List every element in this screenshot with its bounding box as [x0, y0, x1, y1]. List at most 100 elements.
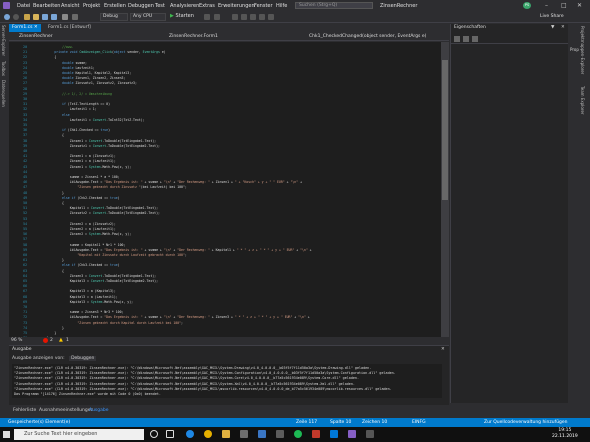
live-share-button[interactable]: Live Share	[540, 14, 564, 19]
maximize-icon[interactable]: □	[561, 2, 567, 9]
categorized-icon[interactable]	[454, 36, 460, 42]
toolbar-tool-icon[interactable]	[204, 14, 210, 20]
code-line[interactable]: }	[39, 331, 56, 335]
code-line[interactable]: "Kapital mit Zinssatz durch Laufzeit geb…	[39, 253, 186, 257]
save-all-icon[interactable]	[51, 14, 57, 20]
code-line[interactable]: else	[39, 113, 70, 117]
code-line[interactable]: else if (Chk2.Checked == true)	[39, 196, 120, 200]
calculator-icon[interactable]	[366, 430, 374, 438]
code-line[interactable]: {	[39, 201, 64, 205]
code-line[interactable]: {	[39, 269, 64, 273]
tab-exception-settings[interactable]: Ausnahmeeinstellungen	[39, 408, 93, 413]
code-line[interactable]: Zinsen1 = Convert.ToDouble(TxtEingabe1.T…	[39, 139, 156, 143]
code-line[interactable]: if (Chk1.Checked == true)	[39, 128, 110, 132]
code-line[interactable]: LblAusgabe.Text = "Das Ergebnis ist: " +…	[39, 248, 312, 252]
mail-icon[interactable]	[258, 430, 266, 438]
menu-erweiterungen[interactable]: Erweiterungen	[218, 3, 255, 9]
code-line[interactable]: Laufzeit1 = Convert.ToInt32(TxtZ.Text);	[39, 118, 145, 122]
code-line[interactable]: "Zinsen gebracht durch Kapital durch Lau…	[39, 321, 183, 325]
taskbar-search-input[interactable]: Zur Suche Text hier eingeben	[14, 429, 144, 440]
tab-error-list[interactable]: Fehlerliste	[13, 408, 36, 413]
code-line[interactable]: }	[39, 191, 64, 195]
code-line[interactable]: "Zinsen gebracht durch Zinssatz "(bei La…	[39, 185, 186, 189]
photos-icon[interactable]	[276, 430, 284, 438]
output-text-area[interactable]: "ZinsenRechner.exe" (CLR v4.0.30319: Zin…	[12, 364, 442, 398]
menu-debuggen[interactable]: Debuggen	[128, 3, 154, 9]
project-dropdown[interactable]: ZinsenRechner	[19, 34, 159, 40]
source-control-button[interactable]: Zur Quellcodeverwaltung hinzufügen	[484, 420, 568, 425]
code-line[interactable]: Zinsen2 = System.Math.Pow(z, y);	[39, 232, 131, 236]
code-editor[interactable]: 20 21 22 23 24 25 26 27 28 29 30 31 32 33 34 35 36 37 38 39…	[9, 42, 449, 337]
code-line[interactable]: Kapital3 = a (Laufzeit1);	[39, 295, 118, 299]
system-clock[interactable]: 19:15 22.11.2019	[552, 428, 578, 440]
output-source-select[interactable]: Debuggen	[69, 356, 97, 361]
redo-icon[interactable]	[72, 14, 78, 20]
tab-form1-cs[interactable]: Form1.cs ✕	[9, 24, 41, 32]
code-line[interactable]: Zinssatz2 = Convert.ToDouble(TxtEingabe2…	[39, 211, 160, 215]
code-line[interactable]: Zinsen1 = a (Laufzeit1);	[39, 159, 116, 163]
open-icon[interactable]	[33, 14, 39, 20]
menu-fenster[interactable]: Fenster	[254, 3, 273, 9]
pin-icon[interactable]: ▼	[551, 25, 554, 30]
menu-analysieren[interactable]: Analysieren	[170, 3, 199, 9]
code-line[interactable]: Zinssatz1 = Convert.ToDouble(TxtEingabe2…	[39, 144, 160, 148]
menu-hilfe[interactable]: Hilfe	[276, 3, 287, 9]
minimize-icon[interactable]: –	[545, 2, 548, 9]
class-dropdown[interactable]: ZinsenRechner.Form1	[169, 34, 309, 40]
editor-scroll-thumb[interactable]	[442, 60, 448, 200]
server-explorer-tab[interactable]: Server-Explorer	[1, 25, 6, 56]
toolbar-tool-icon[interactable]	[268, 14, 274, 20]
code-line[interactable]: Zinsen2 = a (Zinssatz2);	[39, 222, 116, 226]
search-input[interactable]: Suchen (Strg+Q)	[295, 2, 373, 9]
alphabetical-icon[interactable]	[463, 36, 469, 42]
code-line[interactable]: LblAusgabe.Text = "Das Ergebnis ist: " +…	[39, 315, 310, 319]
forward-icon[interactable]	[13, 14, 19, 20]
warning-count[interactable]: 1	[66, 338, 69, 343]
menu-ansicht[interactable]: Ansicht	[61, 3, 79, 9]
toolbar-tool-icon[interactable]	[259, 14, 265, 20]
code-line[interactable]: Zinsen1 = a (Zinssatz1);	[39, 154, 116, 158]
toolbar-tool-icon[interactable]	[241, 14, 247, 20]
close-tab-icon[interactable]: ✕	[34, 25, 38, 30]
spotify-icon[interactable]	[294, 430, 302, 438]
member-dropdown[interactable]: Chk1_CheckedChanged(object sender, Event…	[309, 34, 444, 40]
menu-erstellen[interactable]: Erstellen	[104, 3, 126, 9]
close-panel-icon[interactable]: ✕	[561, 25, 565, 30]
undo-icon[interactable]	[62, 14, 68, 20]
code-line[interactable]: else if (Chk3.Checked == true)	[39, 263, 120, 267]
menu-test[interactable]: Test	[155, 3, 165, 9]
code-line[interactable]: {	[39, 133, 64, 137]
code-line[interactable]: Kapital3 = System.Math.Pow(z, y);	[39, 300, 133, 304]
windows-start-icon[interactable]	[3, 431, 10, 438]
back-icon[interactable]	[4, 14, 10, 20]
config-select[interactable]: Debug	[100, 13, 128, 21]
code-line[interactable]: }	[39, 258, 64, 262]
code-line[interactable]: }	[39, 326, 64, 330]
toolbar-tool-icon[interactable]	[232, 14, 238, 20]
close-output-icon[interactable]: ✕	[441, 347, 445, 352]
app-icon[interactable]	[312, 430, 320, 438]
toolbar-tool-icon[interactable]	[214, 14, 220, 20]
code-line[interactable]: Zinsen1 = System.Math.Pow(z, y);	[39, 165, 131, 169]
code-line[interactable]: summe = Kapital1 * Nr1 * 100;	[39, 243, 126, 247]
code-line[interactable]: double summe;	[39, 61, 87, 65]
code-line[interactable]: double Zinssatz1, Zinssatz2, Zinssatz3;	[39, 81, 137, 85]
code-line[interactable]: if (TxtZ.TextLength == 0)	[39, 102, 110, 106]
code-line[interactable]: double Laufzeit1;	[39, 66, 95, 70]
code-line[interactable]: double Kapital1, Kapital2, Kapital3;	[39, 71, 131, 75]
code-line[interactable]: Zinsen2 = a (Laufzeit1);	[39, 227, 116, 231]
store-icon[interactable]	[240, 430, 248, 438]
new-item-icon[interactable]	[24, 14, 30, 20]
menu-extras[interactable]: Extras	[199, 3, 215, 9]
prop-tab[interactable]: Prop	[570, 47, 579, 52]
code-line[interactable]: Kapital3 = a (Kapital3);	[39, 289, 116, 293]
file-explorer-icon[interactable]	[222, 430, 230, 438]
code-line[interactable]: double Zinsen1, Zinsen2, Zinsen3;	[39, 76, 125, 80]
toolbox-tab[interactable]: Toolbox	[1, 61, 6, 76]
code-line[interactable]: private void CmdAnzeigen_Click(object se…	[39, 50, 165, 54]
code-line[interactable]: summe = Zinsen3 * Nr3 * 100;	[39, 310, 124, 314]
code-line[interactable]: //-> 1/, 2/ = Umschreibung	[39, 92, 112, 96]
cortana-icon[interactable]	[150, 430, 158, 438]
task-view-icon[interactable]	[166, 430, 174, 438]
solution-explorer-tab[interactable]: Projektmappen-Explorer	[580, 26, 585, 74]
